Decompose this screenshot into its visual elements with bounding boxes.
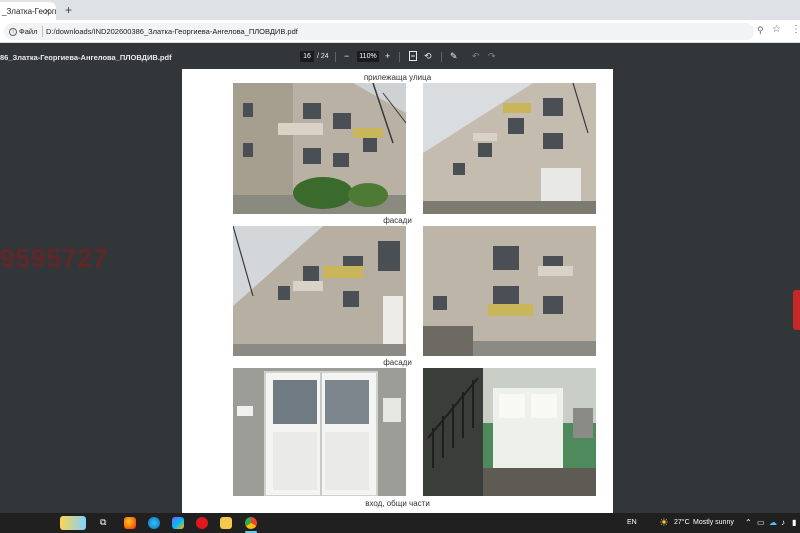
- close-tab-icon[interactable]: ✕: [44, 7, 51, 16]
- page-total: / 24: [317, 53, 329, 60]
- building-photo: [423, 83, 596, 214]
- redo-icon[interactable]: ↷: [488, 51, 496, 62]
- temperature[interactable]: 27°C: [674, 519, 690, 526]
- caption-entrance-common-areas: вход, общи части: [365, 499, 430, 508]
- zoom-level-input[interactable]: 110%: [357, 51, 379, 62]
- volume-icon[interactable]: ♪: [781, 518, 785, 527]
- caption-adjacent-street: прилежаща улица: [363, 73, 432, 82]
- caption-facades: фасади: [383, 358, 412, 367]
- info-icon: i: [9, 27, 17, 36]
- side-tab[interactable]: [793, 290, 800, 330]
- omnibox[interactable]: i Файл D:/downloads/IND202600386_Златка-…: [4, 23, 754, 40]
- zoom-icon[interactable]: ⚲: [757, 25, 764, 36]
- divider: [399, 52, 400, 62]
- pdf-page: прилежаща улица фасади фасади вход, общи…: [182, 69, 613, 513]
- divider: [335, 52, 336, 62]
- task-view-icon[interactable]: ⧉: [100, 517, 106, 528]
- chevron-up-icon[interactable]: ⌃: [745, 518, 752, 527]
- file-explorer-icon[interactable]: [220, 517, 232, 529]
- divider: [42, 26, 43, 37]
- address-bar-row: i Файл D:/downloads/IND202600386_Златка-…: [0, 20, 800, 43]
- screen: _Златка-Георгиева ✕ + i Файл D:/download…: [0, 0, 800, 533]
- browser-tab[interactable]: _Златка-Георгиева ✕: [0, 2, 56, 20]
- bookmark-star-icon[interactable]: ☆: [772, 24, 781, 35]
- page-number-input[interactable]: 16: [300, 51, 314, 62]
- weather-sun-icon[interactable]: ☀: [659, 516, 669, 529]
- building-photo: [233, 83, 406, 214]
- weather-condition[interactable]: Mostly sunny: [693, 519, 734, 526]
- site-info-chip[interactable]: i Файл: [9, 25, 37, 38]
- caption-facades: фасади: [383, 216, 412, 225]
- zoom-in-button[interactable]: +: [385, 51, 390, 62]
- cloud-icon[interactable]: ☁: [769, 518, 777, 527]
- divider: [441, 52, 442, 62]
- chrome-icon[interactable]: [245, 517, 257, 529]
- entrance-door-photo: [233, 368, 406, 496]
- stairwell-photo: [423, 368, 596, 496]
- windows-taskbar: ⧉ EN ☀ 27°C Mostly sunny ⌃ ▭ ☁ ♪ ▮: [0, 513, 800, 533]
- rotate-icon[interactable]: ⟲: [424, 51, 432, 62]
- annotate-icon[interactable]: ✎: [450, 51, 458, 62]
- network-icon[interactable]: ▭: [757, 518, 765, 527]
- building-photo: [233, 226, 406, 356]
- fit-page-icon[interactable]: [409, 51, 417, 64]
- copilot-icon[interactable]: [172, 517, 184, 529]
- language-indicator[interactable]: EN: [627, 519, 637, 526]
- widgets-sparkle-icon[interactable]: [60, 516, 86, 530]
- undo-icon[interactable]: ↶: [472, 51, 480, 62]
- pdf-toolbar: 86_Златка-Георгиева-Ангелова_ПЛОВДИВ.pdf…: [0, 44, 800, 69]
- tab-strip: _Златка-Георгиева ✕ +: [0, 0, 800, 20]
- firefox-icon[interactable]: [124, 517, 136, 529]
- building-photo: [423, 226, 596, 356]
- site-info-label: Файл: [19, 27, 38, 36]
- new-tab-button[interactable]: +: [65, 3, 72, 17]
- more-menu-icon[interactable]: ⋮: [791, 24, 800, 35]
- battery-icon[interactable]: ▮: [792, 518, 796, 527]
- zoom-out-button[interactable]: −: [344, 51, 349, 62]
- edge-icon[interactable]: [148, 517, 160, 529]
- url-text[interactable]: D:/downloads/IND202600386_Златка-Георгие…: [46, 27, 298, 36]
- opera-icon[interactable]: [196, 517, 208, 529]
- watermark: 9595727: [0, 243, 109, 273]
- pdf-file-name: 86_Златка-Георгиева-Ангелова_ПЛОВДИВ.pdf: [0, 53, 172, 62]
